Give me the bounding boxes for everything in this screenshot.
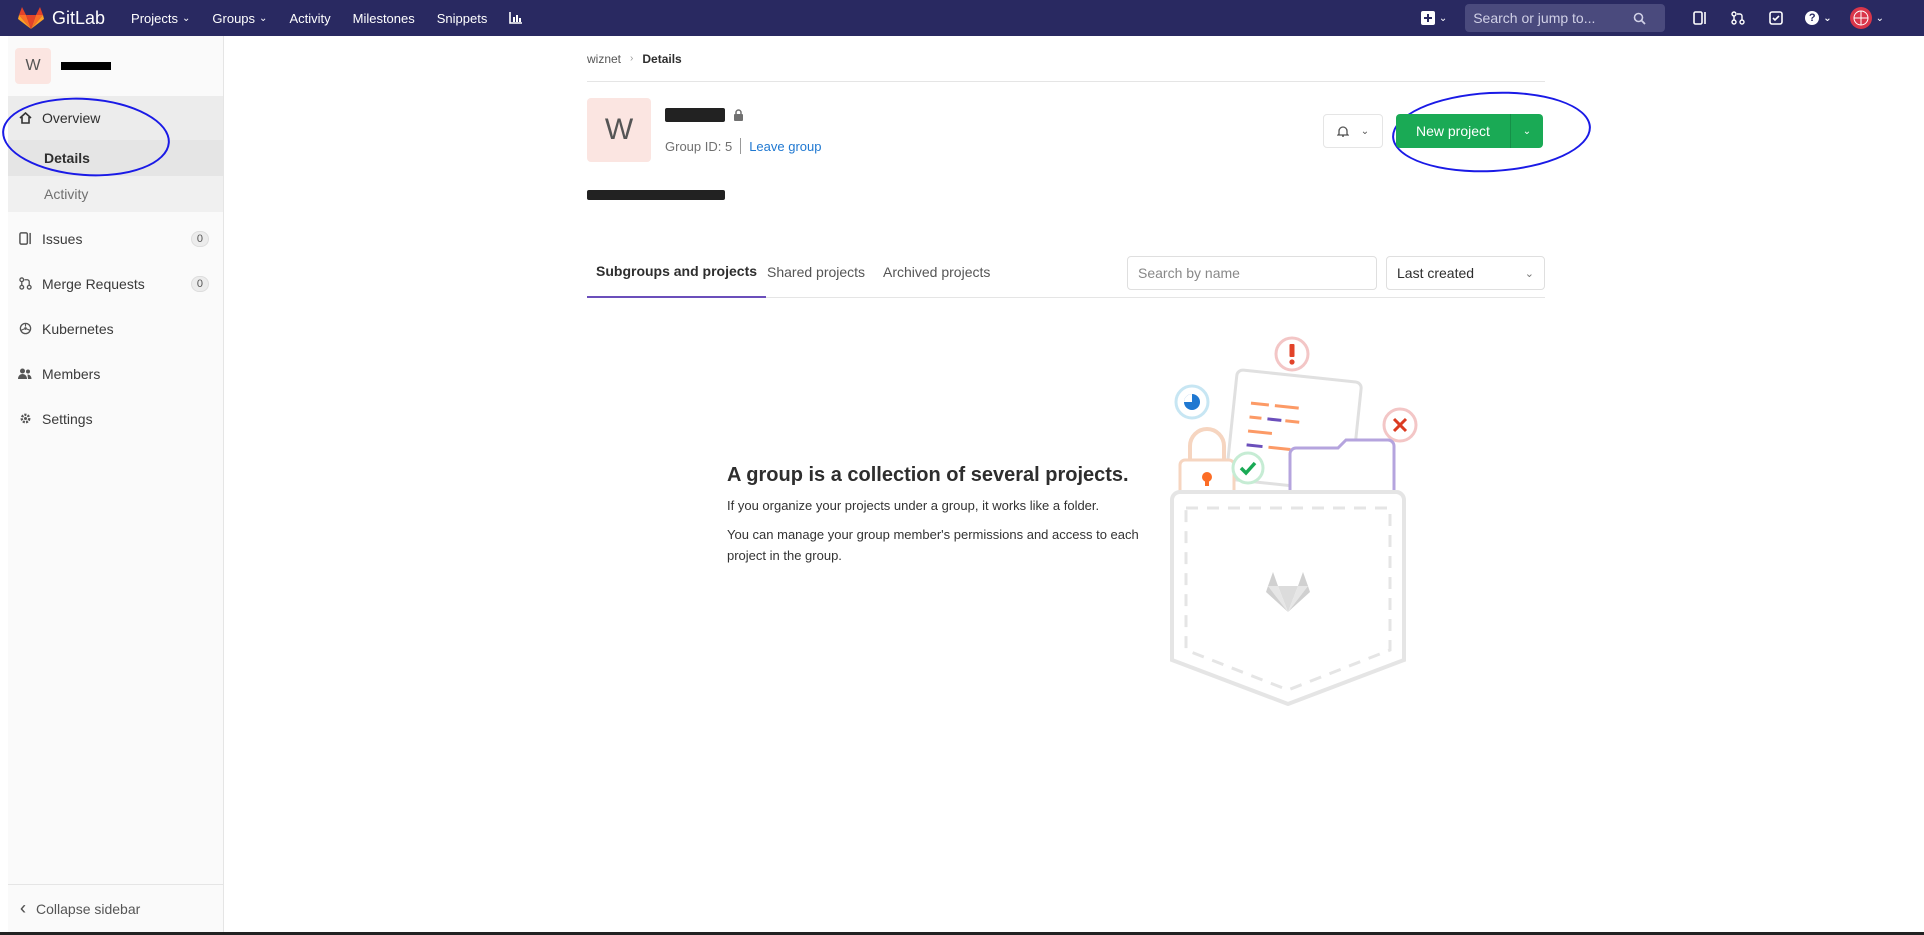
sidebar-group-avatar: W (15, 48, 51, 84)
empty-state-title: A group is a collection of several proje… (727, 464, 1129, 486)
help-icon: ? (1805, 11, 1820, 25)
meta-divider (740, 138, 742, 154)
chevron-right-icon: › (630, 53, 634, 64)
group-id: Group ID: 5 (665, 138, 733, 154)
redacted-group-description (587, 186, 725, 203)
group-title (665, 108, 744, 122)
chevron-down-icon: ⌄ (259, 12, 268, 24)
sidebar-subitem-activity[interactable]: Activity (8, 176, 223, 212)
notification-settings-button[interactable]: ⌄ (1323, 114, 1383, 148)
merge-request-nav-icon[interactable] (1728, 8, 1748, 28)
tab-subgroups-and-projects[interactable]: Subgroups and projects (587, 246, 767, 298)
group-header: W Group ID: 5 Leave group ⌄ New project … (587, 98, 1545, 200)
nav-snippets[interactable]: Snippets (437, 11, 488, 26)
sidebar-item-kubernetes[interactable]: Kubernetes (8, 306, 223, 351)
sidebar-item-label: Settings (42, 410, 93, 427)
empty-state-illustration (1170, 336, 1418, 706)
breadcrumb: wiznet › Details (587, 36, 1545, 82)
sidebar-item-label: Merge Requests (42, 275, 145, 292)
brand-name: GitLab (52, 7, 106, 28)
chart-icon[interactable] (509, 12, 523, 24)
empty-state-line2: You can manage your group member's permi… (727, 527, 1139, 563)
padlock-illustration (1178, 427, 1236, 500)
leave-group-link[interactable]: Leave group (749, 139, 821, 154)
nav-groups[interactable]: Groups ⌄ (212, 11, 267, 26)
issues-nav-icon[interactable] (1690, 8, 1710, 28)
collapse-sidebar-label: Collapse sidebar (36, 900, 141, 917)
breadcrumb-parent-link[interactable]: wiznet (587, 52, 621, 66)
plus-icon (1420, 11, 1435, 25)
group-meta: Group ID: 5 Leave group (665, 138, 821, 154)
merge-requests-count-badge: 0 (190, 275, 209, 292)
merge-request-icon (18, 277, 32, 291)
issues-icon (18, 232, 32, 246)
chevron-down-icon: ⌄ (1360, 125, 1370, 137)
chevron-down-icon: ⌄ (1438, 12, 1448, 24)
empty-state-text: A group is a collection of several proje… (727, 464, 1147, 566)
group-tabs: Subgroups and projects Shared projects A… (587, 246, 1545, 298)
redacted-group-title (665, 108, 725, 122)
sort-dropdown[interactable]: Last created ⌄ (1386, 256, 1545, 290)
user-avatar (1849, 7, 1872, 29)
chevron-down-icon: ⌄ (182, 12, 191, 24)
chevron-down-icon: ⌄ (1823, 12, 1832, 24)
user-menu-button[interactable]: ⌄ (1849, 7, 1884, 29)
main-content: wiznet › Details W Group ID: 5 Leave gro… (587, 36, 1545, 298)
gitlab-logo-icon (18, 7, 44, 29)
check-icon (1231, 451, 1265, 485)
search-box (1465, 4, 1666, 32)
new-project-split-button: New project ⌄ (1396, 114, 1543, 148)
sort-selected-value: Last created (1397, 265, 1475, 281)
chevron-down-icon: ⌄ (1522, 125, 1532, 137)
redacted-group-name (61, 62, 111, 70)
sidebar-item-settings[interactable]: Settings (8, 396, 223, 441)
issues-count-badge: 0 (190, 230, 209, 247)
top-navbar: GitLab Projects ⌄ Groups ⌄ Activity Milest… (0, 0, 1924, 36)
sidebar-item-issues[interactable]: Issues 0 (8, 216, 223, 261)
chevron-down-icon: ⌄ (1875, 12, 1884, 24)
sidebar-group-header[interactable]: W (8, 36, 223, 96)
settings-icon (18, 412, 32, 426)
group-avatar: W (587, 98, 651, 162)
sidebar-item-label: Issues (42, 230, 83, 247)
pocket-illustration (1170, 490, 1406, 706)
lock-icon (734, 109, 743, 121)
breadcrumb-current: Details (642, 51, 682, 66)
sidebar-item-label: Members (42, 365, 101, 382)
folder-illustration (1288, 438, 1396, 500)
tab-shared-projects[interactable]: Shared projects (758, 246, 874, 298)
sidebar-item-label: Kubernetes (42, 320, 114, 337)
sidebar-item-members[interactable]: Members (8, 351, 223, 396)
tab-archived-projects[interactable]: Archived projects (874, 246, 999, 298)
collapse-sidebar-button[interactable]: ‹‹ Collapse sidebar (8, 884, 224, 932)
new-dropdown-button[interactable]: ⌄ (1420, 11, 1448, 25)
help-dropdown-button[interactable]: ? ⌄ (1805, 11, 1832, 25)
members-icon (18, 367, 32, 381)
sidebar-item-label: Overview (42, 110, 101, 126)
gitlab-home-link[interactable]: GitLab (18, 0, 105, 36)
search-input[interactable] (1473, 10, 1634, 26)
todo-icon[interactable] (1766, 8, 1786, 28)
nav-activity[interactable]: Activity (289, 11, 330, 26)
chevron-down-icon: ⌄ (1524, 267, 1534, 280)
empty-state-line1: If you organize your projects under a gr… (727, 498, 1100, 513)
search-icon (1633, 12, 1646, 25)
nav-projects[interactable]: Projects ⌄ (131, 11, 190, 26)
new-project-dropdown-toggle[interactable]: ⌄ (1510, 114, 1543, 148)
kubernetes-icon (18, 322, 32, 336)
nav-milestones[interactable]: Milestones (353, 11, 415, 26)
sidebar-item-merge-requests[interactable]: Merge Requests 0 (8, 261, 223, 306)
sidebar-subitem-details[interactable]: Details (8, 140, 223, 176)
group-sidebar: W Overview Details Activity Issues 0 Mer… (8, 36, 224, 932)
home-icon (18, 111, 32, 125)
bell-icon (1336, 126, 1349, 137)
new-project-button[interactable]: New project (1396, 114, 1511, 148)
sidebar-item-overview[interactable]: Overview (8, 96, 223, 140)
filter-by-name-input[interactable] (1127, 256, 1377, 290)
